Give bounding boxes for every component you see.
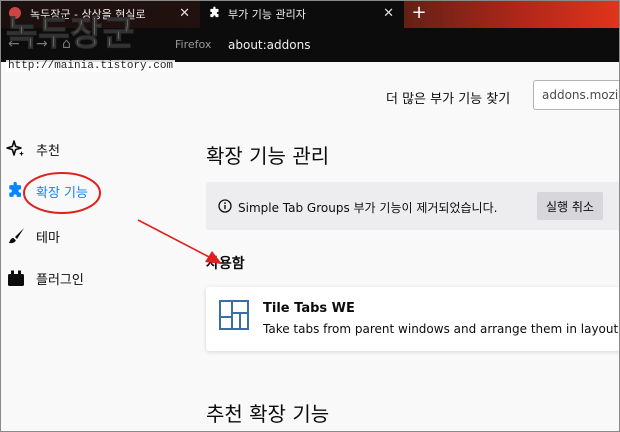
annotation-overlay bbox=[23, 172, 222, 264]
annotation-arrowhead bbox=[205, 251, 222, 264]
highlight-circle bbox=[23, 172, 101, 214]
annotation-arrow-line bbox=[137, 219, 214, 260]
